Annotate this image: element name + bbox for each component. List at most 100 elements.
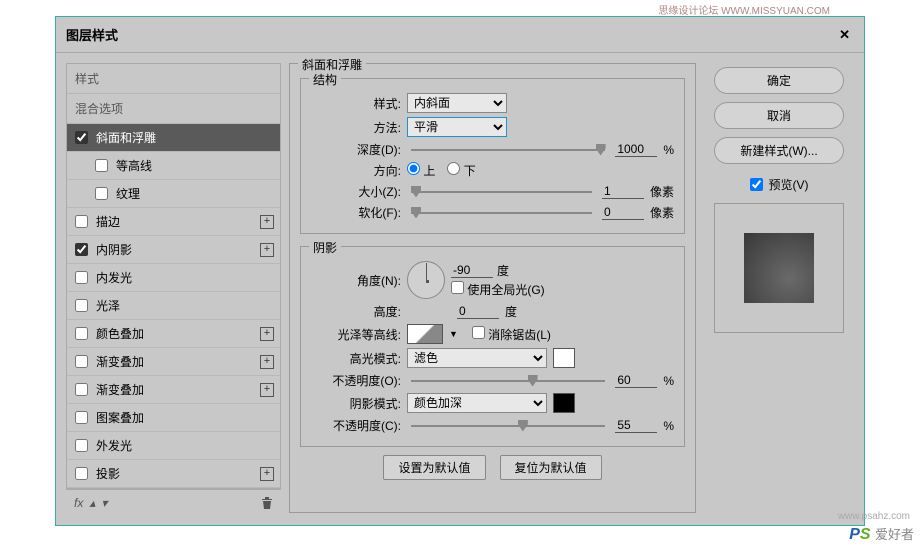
global-light-check[interactable]: 使用全局光(G): [451, 281, 545, 298]
styles-header[interactable]: 样式: [67, 64, 280, 94]
size-input[interactable]: [602, 184, 644, 199]
style-inner-shadow[interactable]: 内阴影 +: [67, 236, 280, 264]
depth-slider[interactable]: [411, 149, 605, 151]
dropdown-icon[interactable]: ▼: [449, 329, 458, 339]
inner-shadow-checkbox[interactable]: [75, 243, 88, 256]
style-label: 光泽: [96, 297, 120, 314]
layer-style-dialog: 图层样式 ✕ 样式 混合选项 斜面和浮雕 等高线 纹理: [55, 16, 865, 526]
add-icon[interactable]: +: [260, 327, 274, 341]
style-pattern-overlay[interactable]: 图案叠加: [67, 404, 280, 432]
satin-checkbox[interactable]: [75, 299, 88, 312]
shadow-mode-select[interactable]: 颜色加深: [407, 393, 547, 413]
trash-icon[interactable]: [261, 496, 273, 510]
ok-button[interactable]: 确定: [714, 67, 844, 94]
gradient-overlay-checkbox[interactable]: [75, 355, 88, 368]
fx-menu[interactable]: fx: [74, 496, 83, 510]
styles-footer: fx ▴ ▾: [66, 489, 281, 516]
shadow-opacity-slider[interactable]: [411, 425, 605, 427]
style-bevel-emboss[interactable]: 斜面和浮雕: [67, 124, 280, 152]
style-outer-glow[interactable]: 外发光: [67, 432, 280, 460]
style-inner-glow[interactable]: 内发光: [67, 264, 280, 292]
highlight-mode-select[interactable]: 滤色: [407, 348, 547, 368]
angle-input[interactable]: [451, 263, 493, 278]
style-label: 内阴影: [96, 241, 132, 258]
style-select[interactable]: 内斜面: [407, 93, 507, 113]
direction-label: 方向:: [311, 162, 401, 179]
method-select[interactable]: 平滑: [407, 117, 507, 137]
unit: 像素: [650, 183, 674, 200]
highlight-color-swatch[interactable]: [553, 348, 575, 368]
style-contour[interactable]: 等高线: [67, 152, 280, 180]
texture-checkbox[interactable]: [95, 187, 108, 200]
preview-checkbox[interactable]: 预览(V): [750, 176, 809, 193]
gradient-overlay-checkbox-2[interactable]: [75, 383, 88, 396]
arrow-up-icon[interactable]: ▴: [89, 496, 95, 510]
style-drop-shadow[interactable]: 投影 +: [67, 460, 280, 488]
color-overlay-checkbox[interactable]: [75, 327, 88, 340]
structure-legend: 结构: [309, 71, 341, 88]
stroke-checkbox[interactable]: [75, 215, 88, 228]
size-slider[interactable]: [411, 191, 592, 193]
style-label: 渐变叠加: [96, 381, 144, 398]
style-color-overlay[interactable]: 颜色叠加 +: [67, 320, 280, 348]
soften-slider[interactable]: [411, 212, 592, 214]
inner-glow-checkbox[interactable]: [75, 271, 88, 284]
arrow-down-icon[interactable]: ▾: [101, 496, 107, 510]
style-stroke[interactable]: 描边 +: [67, 208, 280, 236]
style-gradient-overlay-1[interactable]: 渐变叠加 +: [67, 348, 280, 376]
styles-panel: 样式 混合选项 斜面和浮雕 等高线 纹理 描边 +: [66, 63, 281, 513]
style-label: 图案叠加: [96, 409, 144, 426]
style-texture[interactable]: 纹理: [67, 180, 280, 208]
style-label: 内发光: [96, 269, 132, 286]
highlight-opacity-input[interactable]: [615, 373, 657, 388]
highlight-mode-label: 高光模式:: [311, 350, 401, 367]
bevel-checkbox[interactable]: [75, 131, 88, 144]
pattern-overlay-checkbox[interactable]: [75, 411, 88, 424]
unit: 度: [505, 303, 517, 320]
add-icon[interactable]: +: [260, 243, 274, 257]
shadow-opacity-input[interactable]: [615, 418, 657, 433]
add-icon[interactable]: +: [260, 467, 274, 481]
style-label: 颜色叠加: [96, 325, 144, 342]
add-icon[interactable]: +: [260, 355, 274, 369]
gloss-contour-picker[interactable]: [407, 324, 443, 344]
cancel-button[interactable]: 取消: [714, 102, 844, 129]
blending-options[interactable]: 混合选项: [67, 94, 280, 124]
soften-input[interactable]: [602, 205, 644, 220]
add-icon[interactable]: +: [260, 383, 274, 397]
settings-panel: 斜面和浮雕 结构 样式: 内斜面 方法: 平滑 深度(D):: [289, 63, 696, 513]
close-button[interactable]: ✕: [835, 27, 854, 43]
soften-label: 软化(F):: [311, 204, 401, 221]
contour-checkbox[interactable]: [95, 159, 108, 172]
highlight-opacity-label: 不透明度(O):: [311, 372, 401, 389]
antialias-check[interactable]: 消除锯齿(L): [472, 326, 551, 343]
style-gradient-overlay-2[interactable]: 渐变叠加 +: [67, 376, 280, 404]
style-satin[interactable]: 光泽: [67, 292, 280, 320]
altitude-label: 高度:: [311, 303, 401, 320]
angle-dial[interactable]: [407, 261, 445, 299]
style-label: 渐变叠加: [96, 353, 144, 370]
drop-shadow-checkbox[interactable]: [75, 467, 88, 480]
style-label: 样式:: [311, 95, 401, 112]
new-style-button[interactable]: 新建样式(W)...: [714, 137, 844, 164]
style-label: 投影: [96, 465, 120, 482]
style-label: 描边: [96, 213, 120, 230]
shadow-color-swatch[interactable]: [553, 393, 575, 413]
right-panel: 确定 取消 新建样式(W)... 预览(V): [704, 63, 854, 513]
make-default-button[interactable]: 设置为默认值: [383, 455, 485, 480]
altitude-input[interactable]: [457, 304, 499, 319]
style-label: 纹理: [116, 185, 140, 202]
shading-legend: 阴影: [309, 239, 341, 256]
highlight-opacity-slider[interactable]: [411, 380, 605, 382]
unit: %: [663, 143, 674, 157]
direction-up[interactable]: 上: [407, 162, 435, 179]
size-label: 大小(Z):: [311, 183, 401, 200]
reset-default-button[interactable]: 复位为默认值: [500, 455, 602, 480]
shadow-mode-label: 阴影模式:: [311, 395, 401, 412]
add-icon[interactable]: +: [260, 215, 274, 229]
unit: 度: [497, 262, 509, 279]
depth-input[interactable]: [615, 142, 657, 157]
outer-glow-checkbox[interactable]: [75, 439, 88, 452]
direction-down[interactable]: 下: [447, 162, 475, 179]
titlebar: 图层样式 ✕: [56, 17, 864, 53]
